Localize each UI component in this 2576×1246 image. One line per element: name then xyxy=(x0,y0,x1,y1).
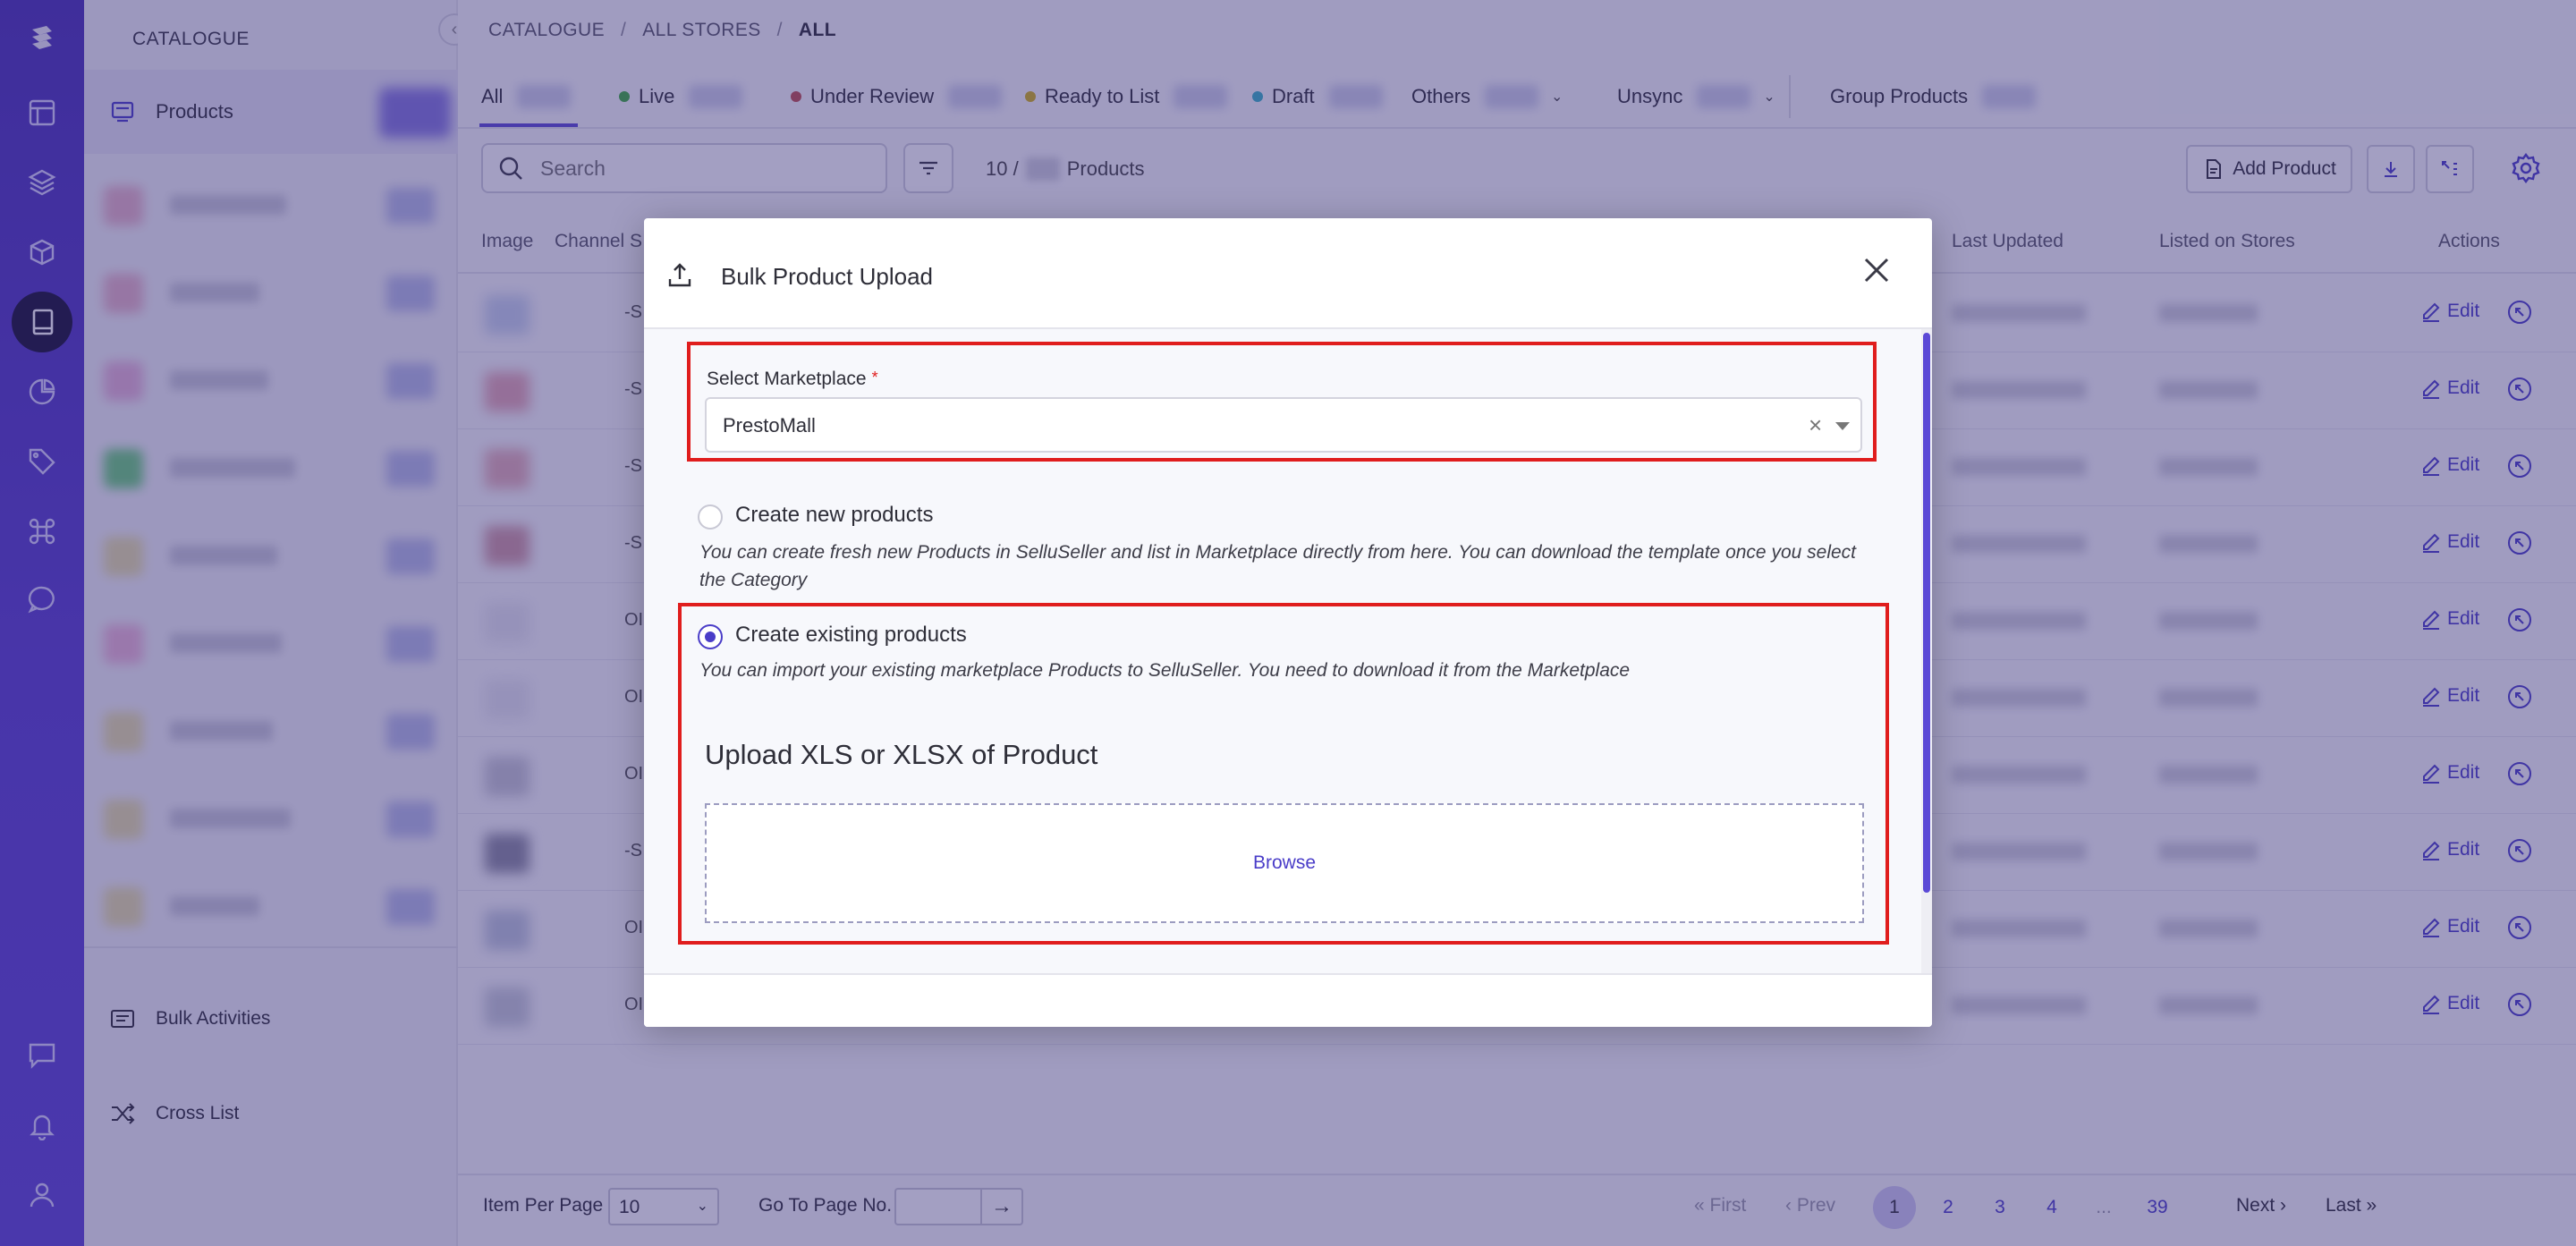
caret-down-icon[interactable] xyxy=(1835,422,1850,430)
option-existing-description: You can import your existing marketplace… xyxy=(699,660,1631,681)
modal-body: Select Marketplace * PrestoMall × Create … xyxy=(644,329,1932,973)
marketplace-label: Select Marketplace * xyxy=(707,369,878,390)
option-existing-title[interactable]: Create existing products xyxy=(735,623,967,648)
marketplace-value: PrestoMall xyxy=(723,414,816,437)
browse-link[interactable]: Browse xyxy=(1253,852,1316,874)
marketplace-label-text: Select Marketplace xyxy=(707,369,867,389)
modal-scrollbar[interactable] xyxy=(1921,329,1932,973)
file-drop-zone[interactable]: Browse xyxy=(705,803,1864,923)
option-new-title[interactable]: Create new products xyxy=(735,503,933,528)
modal-header: Bulk Product Upload xyxy=(644,218,1932,329)
upload-icon xyxy=(668,263,691,287)
radio-create-existing[interactable] xyxy=(698,624,723,649)
radio-create-new[interactable] xyxy=(698,504,723,530)
modal-footer xyxy=(644,973,1932,1027)
marketplace-select[interactable]: PrestoMall × xyxy=(705,397,1862,453)
option-new-description: You can create fresh new Products in Sel… xyxy=(699,542,1856,590)
required-marker: * xyxy=(871,369,878,386)
clear-icon[interactable]: × xyxy=(1809,411,1822,439)
bulk-upload-modal: Bulk Product Upload Select Marketplace * … xyxy=(644,218,1932,1027)
upload-title: Upload XLS or XLSX of Product xyxy=(705,739,1098,770)
modal-title: Bulk Product Upload xyxy=(721,263,934,290)
close-icon[interactable] xyxy=(1859,252,1894,288)
scrollbar-thumb[interactable] xyxy=(1923,333,1930,893)
